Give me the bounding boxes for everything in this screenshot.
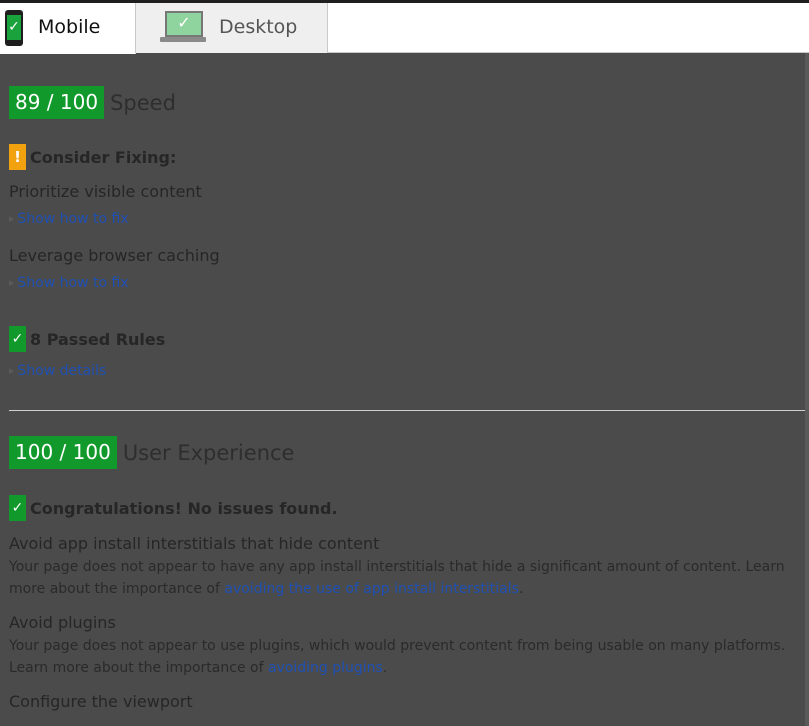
check-icon: ✓ [9, 495, 26, 521]
tab-desktop[interactable]: ✓ Desktop [136, 3, 328, 53]
mobile-phone-check-icon: ✓ [5, 10, 23, 46]
congrats-heading: ✓ Congratulations! No issues found. [9, 495, 338, 521]
check-icon: ✓ [9, 326, 26, 352]
learn-more-link[interactable]: avoiding the use of app install intersti… [224, 581, 519, 597]
ux-rule-title: Configure the viewport [9, 692, 193, 711]
ux-rule-description: Your page does not appear to have any ap… [9, 559, 785, 597]
speed-label: Speed [110, 90, 176, 115]
show-how-to-fix-link[interactable]: ▶ Show how to fix [9, 211, 129, 227]
caret-right-icon: ▶ [9, 279, 15, 287]
caret-right-icon: ▶ [9, 367, 15, 375]
show-how-to-fix-link[interactable]: ▶ Show how to fix [9, 275, 129, 291]
speed-score-badge: 89 / 100 [9, 86, 105, 119]
learn-more-link[interactable]: avoiding plugins [268, 660, 383, 676]
results-panel: 89 / 100 Speed ! Consider Fixing: Priori… [0, 53, 809, 726]
ux-rule-description: Your page does not appear to use plugins… [9, 638, 786, 676]
scrollbar[interactable] [805, 53, 809, 726]
ux-rule-title: Avoid plugins [9, 613, 116, 632]
ux-score-badge: 100 / 100 [9, 436, 117, 469]
tab-mobile-label: Mobile [38, 16, 101, 38]
section-divider [9, 410, 806, 411]
tab-desktop-label: Desktop [219, 16, 298, 38]
passed-rules-heading: ✓ 8 Passed Rules [9, 326, 165, 352]
desktop-monitor-check-icon: ✓ [160, 11, 206, 45]
rule-title: Prioritize visible content [9, 182, 202, 201]
ux-rule-title: Avoid app install interstitials that hid… [9, 534, 380, 553]
device-tab-bar: ✓ Mobile ✓ Desktop [0, 0, 809, 54]
tab-mobile[interactable]: ✓ Mobile [0, 3, 136, 54]
ux-label: User Experience [122, 440, 295, 465]
show-details-link[interactable]: ▶ Show details [9, 363, 106, 379]
consider-fixing-heading: ! Consider Fixing: [9, 144, 176, 170]
caret-right-icon: ▶ [9, 215, 15, 223]
warning-icon: ! [9, 144, 26, 170]
ux-score-row: 100 / 100 User Experience [9, 436, 294, 469]
speed-score-row: 89 / 100 Speed [9, 86, 176, 119]
rule-title: Leverage browser caching [9, 246, 220, 265]
